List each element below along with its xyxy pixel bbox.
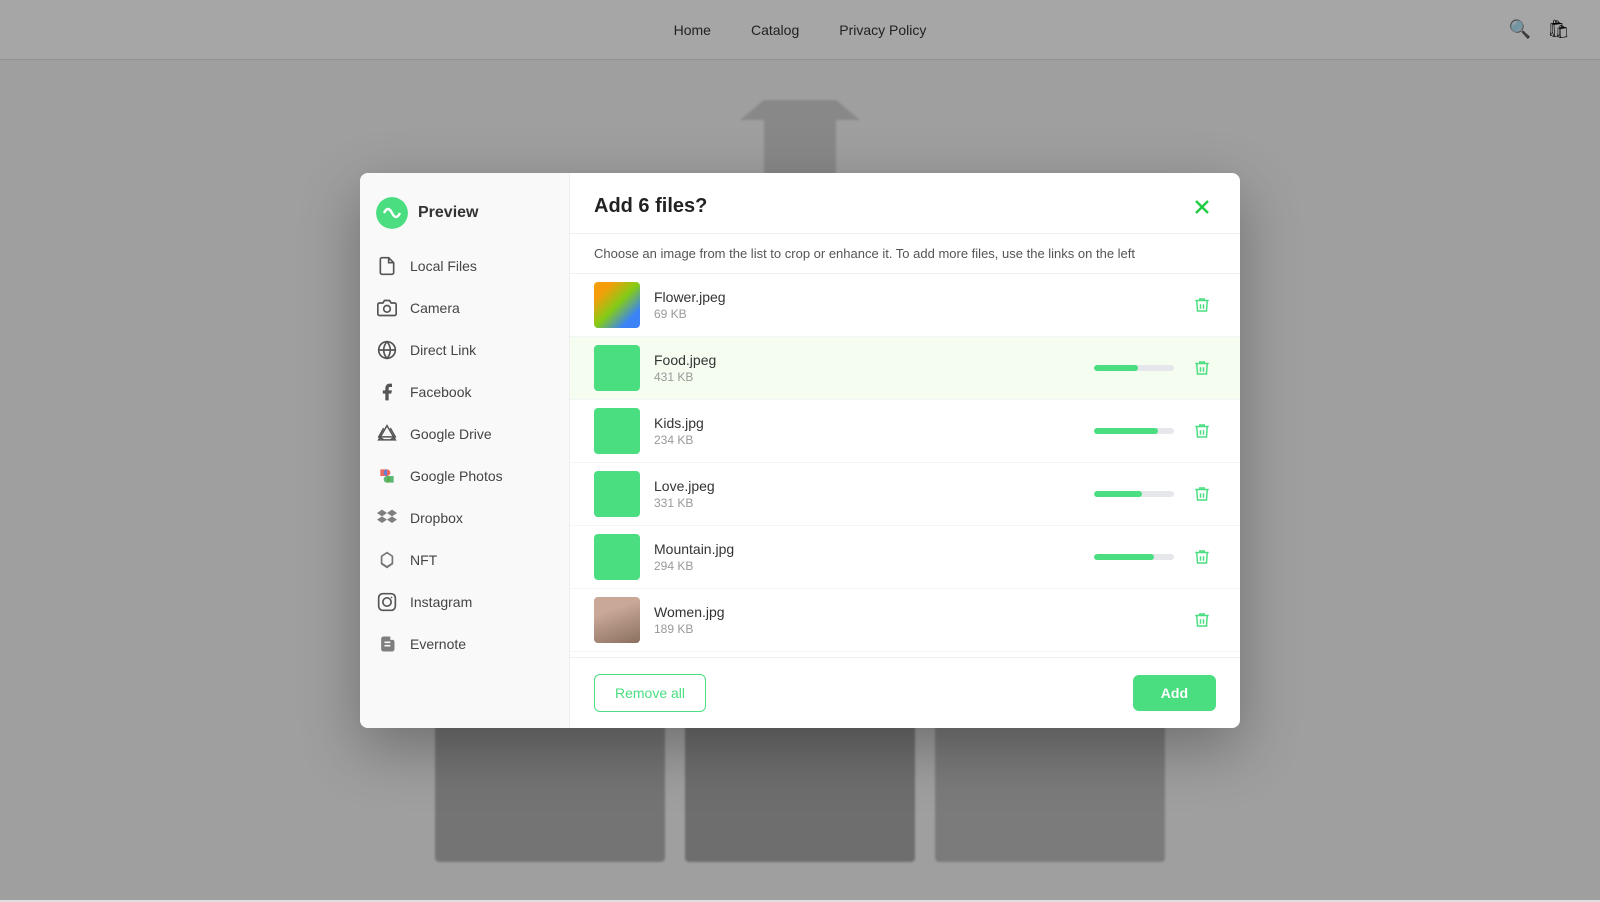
sidebar-label-evernote: Evernote [410,636,466,652]
file-thumb-mountain [594,534,640,580]
file-item-flower[interactable]: Flower.jpeg 69 KB [570,274,1240,337]
sidebar-item-dropbox[interactable]: Dropbox [360,497,569,539]
sidebar-label-camera: Camera [410,300,460,316]
file-info-women: Women.jpg 189 KB [654,604,1174,636]
delete-button-food[interactable] [1188,354,1216,382]
file-thumb-kids [594,408,640,454]
progress-bar-container-food [1094,365,1174,371]
file-progress-love [1094,491,1174,497]
google-photos-icon [376,465,398,487]
add-button[interactable]: Add [1133,675,1216,711]
remove-all-button[interactable]: Remove all [594,674,706,712]
modal-footer: Remove all Add [570,657,1240,728]
progress-bar-container-kids [1094,428,1174,434]
file-size-mountain: 294 KB [654,559,1080,573]
file-info-kids: Kids.jpg 234 KB [654,415,1080,447]
file-size-flower: 69 KB [654,307,1174,321]
delete-button-kids[interactable] [1188,417,1216,445]
file-item-love[interactable]: Love.jpeg 331 KB [570,463,1240,526]
sidebar-item-evernote[interactable]: Evernote [360,623,569,665]
delete-button-love[interactable] [1188,480,1216,508]
sidebar-title: Preview [418,204,478,222]
sidebar-item-camera[interactable]: Camera [360,287,569,329]
sidebar-label-facebook: Facebook [410,384,471,400]
file-progress-kids [1094,428,1174,434]
sidebar-label-instagram: Instagram [410,594,472,610]
upload-modal: Preview Local Files [360,173,1240,728]
file-size-food: 431 KB [654,370,1080,384]
progress-bar-love [1094,491,1142,497]
google-drive-icon [376,423,398,445]
sidebar-header: Preview [360,189,569,245]
file-progress-food [1094,365,1174,371]
file-info-flower: Flower.jpeg 69 KB [654,289,1174,321]
progress-bar-container-mountain [1094,554,1174,560]
progress-bar-food [1094,365,1138,371]
file-item-women[interactable]: Women.jpg 189 KB [570,589,1240,652]
file-name-kids: Kids.jpg [654,415,1080,431]
sidebar-label-google-drive: Google Drive [410,426,492,442]
sidebar-logo [376,197,408,229]
sidebar-item-nft[interactable]: NFT [360,539,569,581]
progress-bar-kids [1094,428,1158,434]
file-name-mountain: Mountain.jpg [654,541,1080,557]
file-thumb-love [594,471,640,517]
file-name-flower: Flower.jpeg [654,289,1174,305]
sidebar-label-dropbox: Dropbox [410,510,463,526]
sidebar-label-nft: NFT [410,552,437,568]
file-item-mountain[interactable]: Mountain.jpg 294 KB [570,526,1240,589]
file-item-food[interactable]: Food.jpeg 431 KB [570,337,1240,400]
file-name-food: Food.jpeg [654,352,1080,368]
file-progress-mountain [1094,554,1174,560]
camera-icon [376,297,398,319]
dropbox-icon [376,507,398,529]
instagram-icon [376,591,398,613]
file-info-food: Food.jpeg 431 KB [654,352,1080,384]
delete-button-mountain[interactable] [1188,543,1216,571]
modal-subtitle: Choose an image from the list to crop or… [570,234,1240,274]
file-thumb-women [594,597,640,643]
sidebar-label-google-photos: Google Photos [410,468,503,484]
file-info-mountain: Mountain.jpg 294 KB [654,541,1080,573]
file-info-love: Love.jpeg 331 KB [654,478,1080,510]
nft-icon [376,549,398,571]
evernote-icon [376,633,398,655]
file-name-love: Love.jpeg [654,478,1080,494]
sidebar-item-facebook[interactable]: Facebook [360,371,569,413]
file-item-kids[interactable]: Kids.jpg 234 KB [570,400,1240,463]
delete-button-women[interactable] [1188,606,1216,634]
file-size-love: 331 KB [654,496,1080,510]
facebook-icon [376,381,398,403]
modal-sidebar: Preview Local Files [360,173,570,728]
modal-title: Add 6 files? [594,195,707,218]
sidebar-item-direct-link[interactable]: Direct Link [360,329,569,371]
modal-main: Add 6 files? Choose an image from the li… [570,173,1240,728]
delete-button-flower[interactable] [1188,291,1216,319]
file-thumb-flower [594,282,640,328]
sidebar-item-instagram[interactable]: Instagram [360,581,569,623]
sidebar-item-google-drive[interactable]: Google Drive [360,413,569,455]
file-thumb-food [594,345,640,391]
file-name-women: Women.jpg [654,604,1174,620]
file-icon [376,255,398,277]
modal-header: Add 6 files? [570,173,1240,234]
link-icon [376,339,398,361]
progress-bar-container-love [1094,491,1174,497]
sidebar-label-direct-link: Direct Link [410,342,476,358]
sidebar-label-local-files: Local Files [410,258,477,274]
modal-overlay: Preview Local Files [0,0,1600,900]
file-size-women: 189 KB [654,622,1174,636]
close-button[interactable] [1188,193,1216,221]
progress-bar-mountain [1094,554,1154,560]
sidebar-item-local-files[interactable]: Local Files [360,245,569,287]
file-list: Flower.jpeg 69 KB [570,274,1240,657]
sidebar-item-google-photos[interactable]: Google Photos [360,455,569,497]
file-size-kids: 234 KB [654,433,1080,447]
